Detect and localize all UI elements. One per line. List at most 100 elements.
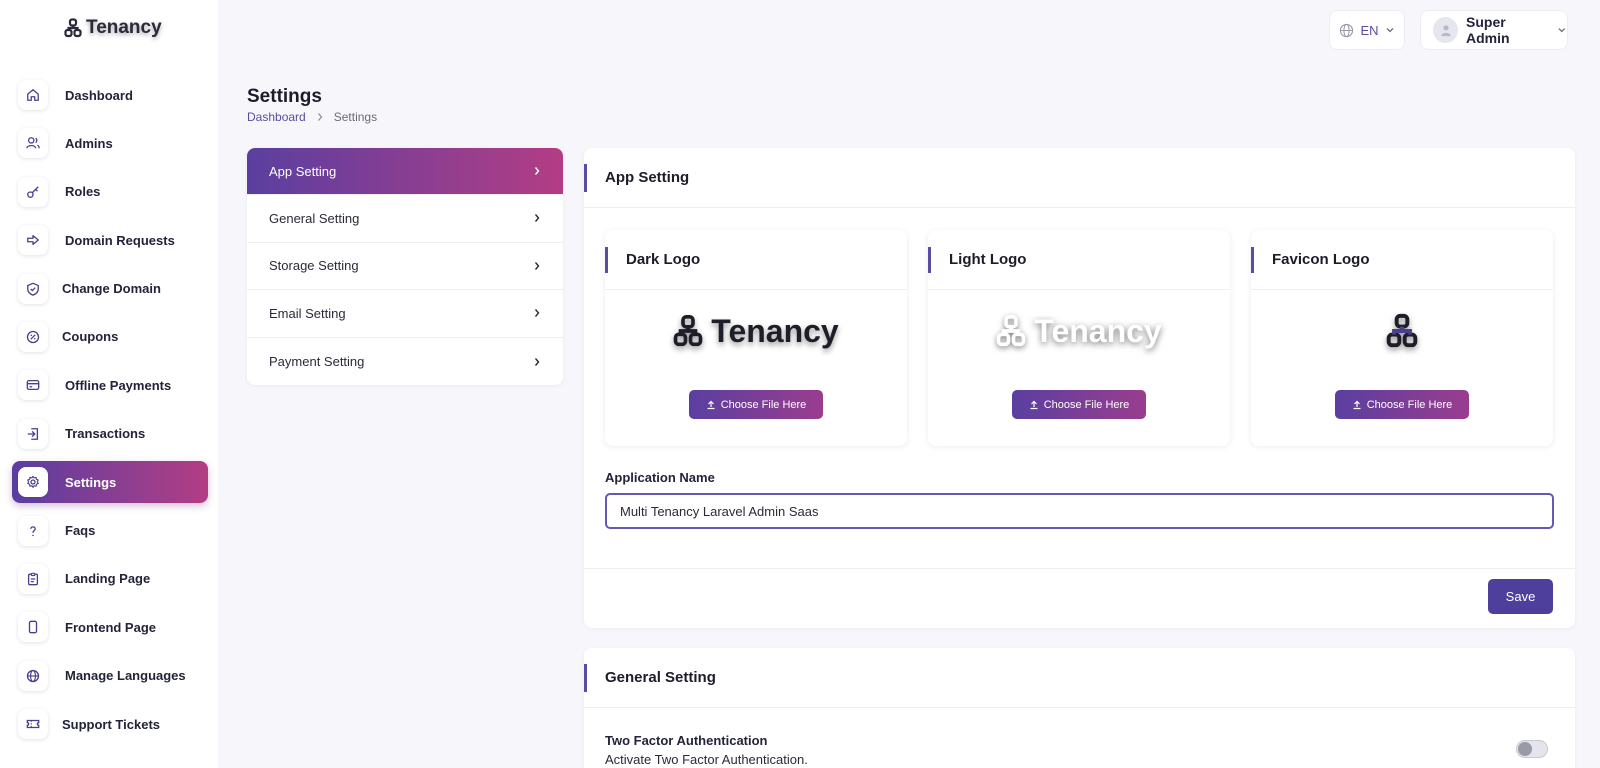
tenancy-logo-icon [996,315,1026,347]
login-icon [18,418,48,449]
sidebar-item-label: Support Tickets [62,716,161,732]
chevron-right-icon [534,309,540,318]
card-icon [18,370,48,401]
sidebar-item-support-tickets[interactable]: Support Tickets [12,703,208,745]
sidebar-item-label: Domain Requests [65,232,175,248]
breadcrumb-current: Settings [333,110,378,124]
dark-logo-card: Dark Logo Tenancy Choose File Here [605,230,907,446]
two-factor-toggle[interactable] [1516,740,1548,758]
sidebar-item-label: Settings [65,474,117,490]
logo-card-header: Dark Logo [605,230,907,290]
sidebar-item-offline-payments[interactable]: Offline Payments [12,364,208,406]
card-header: General Setting [584,648,1575,708]
upload-icon [707,400,715,409]
sidebar-item-change-domain[interactable]: Change Domain [12,268,208,310]
chevron-down-icon [1558,28,1566,33]
choose-button-label: Choose File Here [1043,398,1130,411]
app-setting-card: App Setting Dark Logo Tenancy Choose Fil… [584,148,1575,628]
dark-logo-text: Tenancy [711,312,839,349]
two-factor-description: Activate Two Factor Authentication. [605,752,808,767]
application-name-input[interactable] [605,493,1554,529]
sidebar-item-label: Transactions [65,426,146,442]
sidebar-item-label: Offline Payments [65,377,172,393]
menu-item-label: Email Setting [269,305,346,321]
language-label: EN [1360,22,1379,38]
sidebar-item-faqs[interactable]: Faqs [12,510,208,552]
sidebar-item-coupons[interactable]: Coupons [12,316,208,358]
application-name-label: Application Name [605,470,715,485]
menu-item-payment-setting[interactable]: Payment Setting [247,338,563,386]
sidebar-item-label: Roles [65,184,101,200]
home-icon [18,80,48,110]
choose-dark-logo-button[interactable]: Choose File Here [689,390,823,419]
percent-icon [18,321,48,352]
globe-icon [1340,23,1354,37]
logo-card-header: Light Logo [928,230,1230,290]
general-setting-card: General Setting Two Factor Authenticatio… [584,648,1575,768]
sidebar-item-label: Manage Languages [65,668,186,684]
menu-item-label: Payment Setting [269,354,365,370]
arrow-right-icon [18,225,48,256]
breadcrumb-link-dashboard[interactable]: Dashboard [247,110,306,124]
sidebar: Tenancy Dashboard Admins Roles Domain Re… [0,0,218,768]
brand-name: Tenancy [86,17,162,38]
brand-logo[interactable]: Tenancy [64,17,162,39]
tenancy-logo-icon [673,315,703,347]
two-factor-title: Two Factor Authentication [605,733,768,748]
globe-icon [18,660,48,691]
users-icon [18,128,48,159]
avatar [1433,17,1459,43]
choose-favicon-button[interactable]: Choose File Here [1335,390,1469,419]
chevron-right-icon [317,113,323,121]
logo-card-header: Favicon Logo [1251,230,1553,290]
menu-item-label: General Setting [269,210,360,226]
page-title: Settings [247,86,322,107]
menu-item-app-setting[interactable]: App Setting [247,148,563,195]
logo-row: Dark Logo Tenancy Choose File Here Light… [605,230,1553,446]
choose-button-label: Choose File Here [720,398,807,411]
chevron-right-icon [534,167,540,175]
sidebar-item-label: Landing Page [65,571,151,587]
card-title: General Setting [605,669,716,686]
sidebar-item-dashboard[interactable]: Dashboard [12,74,208,116]
sidebar-item-transactions[interactable]: Transactions [12,413,208,455]
logo-card-title: Favicon Logo [1272,251,1370,268]
light-logo-card: Light Logo Tenancy Choose File Here [928,230,1230,446]
light-logo-text: Tenancy [1034,312,1162,349]
sidebar-item-label: Dashboard [65,87,133,103]
sidebar-item-label: Coupons [62,329,119,345]
user-menu[interactable]: Super Admin [1420,10,1568,50]
sidebar-item-admins[interactable]: Admins [12,122,208,164]
tenancy-logo-icon [1386,313,1418,348]
key-icon [18,176,48,207]
sidebar-item-frontend-page[interactable]: Frontend Page [12,606,208,648]
sidebar-nav: Dashboard Admins Roles Domain Requests C… [12,74,208,751]
save-button[interactable]: Save [1488,579,1553,614]
clipboard-icon [18,563,48,594]
sidebar-item-settings[interactable]: Settings [12,461,208,504]
menu-item-general-setting[interactable]: General Setting [247,195,563,243]
sidebar-item-landing-page[interactable]: Landing Page [12,558,208,600]
menu-item-storage-setting[interactable]: Storage Setting [247,243,563,291]
menu-item-email-setting[interactable]: Email Setting [247,290,563,338]
sidebar-item-label: Change Domain [62,281,161,297]
sidebar-item-manage-languages[interactable]: Manage Languages [12,655,208,697]
ticket-icon [18,709,48,740]
user-name: Super Admin [1466,14,1510,46]
question-icon [18,515,48,546]
sidebar-item-domain-requests[interactable]: Domain Requests [12,219,208,261]
language-selector[interactable]: EN [1329,10,1405,50]
sidebar-item-roles[interactable]: Roles [12,171,208,213]
upload-icon [1030,400,1038,409]
sidebar-item-label: Admins [65,135,113,151]
gear-icon [18,467,48,498]
menu-item-label: Storage Setting [269,258,359,274]
sidebar-item-label: Faqs [65,523,96,539]
chevron-down-icon [1386,28,1393,33]
logo-card-title: Light Logo [949,251,1027,268]
phone-icon [18,612,48,643]
chevron-right-icon [534,357,540,366]
shield-check-icon [18,273,48,304]
choose-light-logo-button[interactable]: Choose File Here [1012,390,1146,419]
breadcrumb: Dashboard Settings [247,110,377,124]
